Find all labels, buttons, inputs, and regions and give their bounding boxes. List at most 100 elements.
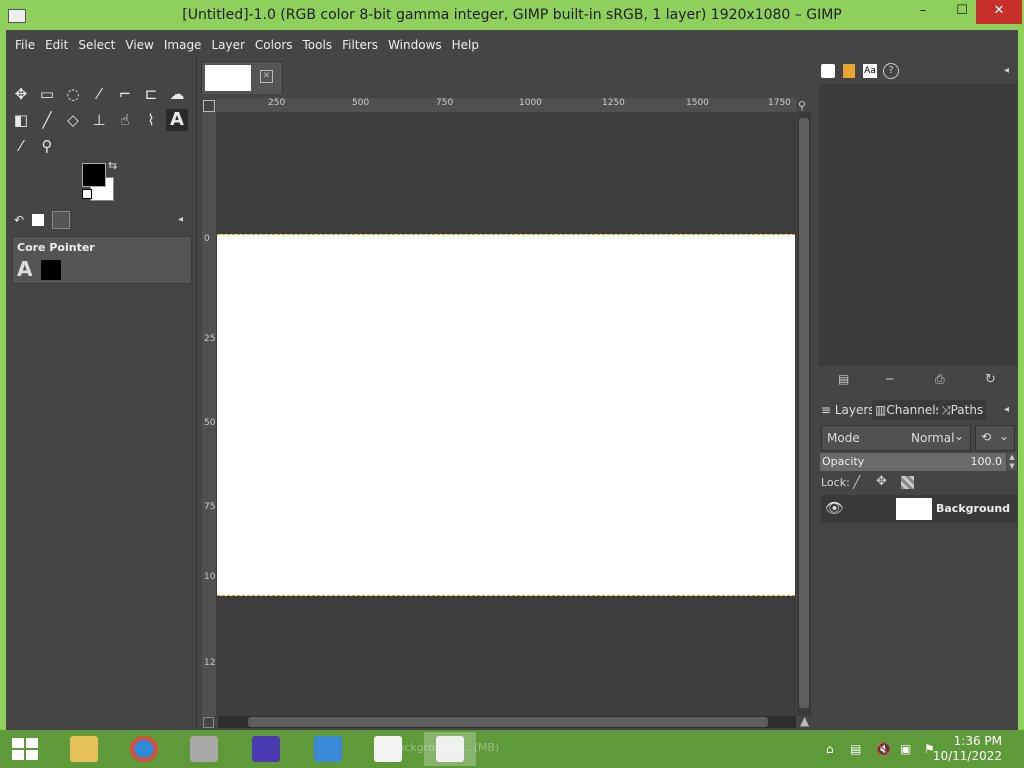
menu-colors[interactable]: Colors bbox=[250, 33, 298, 57]
menu-tools[interactable]: Tools bbox=[298, 33, 338, 57]
tab-layers[interactable]: ≡ Layers bbox=[821, 400, 875, 420]
composite-mode-select[interactable]: ⟲ ⌄ bbox=[975, 425, 1015, 451]
mode-select[interactable]: Mode Normal ⌄ bbox=[821, 425, 971, 451]
horizontal-scrollbar-thumb[interactable] bbox=[248, 717, 768, 727]
opacity-value: 100.0 bbox=[970, 455, 1003, 468]
quick-mask-icon[interactable] bbox=[203, 100, 215, 112]
menu-help[interactable]: Help bbox=[447, 33, 484, 57]
taskbar-app-3[interactable] bbox=[178, 732, 230, 766]
taskbar-chrome[interactable] bbox=[118, 732, 170, 766]
lock-label: Lock: bbox=[821, 476, 850, 489]
foreground-color-swatch[interactable] bbox=[82, 163, 106, 187]
menu-bar: File Edit Select View Image Layer Colors Tools F… bbox=[6, 33, 1018, 57]
eraser-tool-icon[interactable]: ◇ bbox=[62, 109, 84, 131]
chevron-down-icon: ⌄ bbox=[954, 429, 965, 443]
pointer-color-swatch bbox=[41, 260, 61, 280]
zoom-tool-icon[interactable]: ⚲ bbox=[36, 135, 58, 157]
navigate-icon[interactable] bbox=[203, 717, 214, 728]
unified-transform-tool-icon[interactable]: ⊏ bbox=[140, 83, 162, 105]
separator-icon: ─ bbox=[886, 372, 894, 386]
move-tool-icon[interactable]: ✥ bbox=[10, 83, 32, 105]
windows-start-icon[interactable] bbox=[12, 738, 38, 760]
taskbar-clock[interactable]: 1:36 PM 10/11/2022 bbox=[933, 734, 1002, 764]
vertical-scrollbar-thumb[interactable] bbox=[799, 118, 809, 708]
fuzzy-select-tool-icon[interactable]: ⁄ bbox=[88, 83, 110, 105]
menu-filters[interactable]: Filters bbox=[337, 33, 383, 57]
lasso-tool-icon[interactable]: ◌ bbox=[62, 83, 84, 105]
clock-time: 1:36 PM bbox=[953, 734, 1002, 748]
menu-view[interactable]: View bbox=[120, 33, 158, 57]
clone-tool-icon[interactable]: ⊥ bbox=[88, 109, 110, 131]
maximize-button[interactable]: ☐ bbox=[945, 0, 979, 24]
chevron-down-icon: ⌄ bbox=[999, 429, 1010, 443]
sun-icon bbox=[314, 736, 342, 762]
lock-alpha-icon[interactable] bbox=[901, 476, 914, 489]
channels-tab-icon: ▥ bbox=[875, 403, 887, 417]
menu-image[interactable]: Image bbox=[159, 33, 207, 57]
image-tab[interactable]: ✕ bbox=[201, 61, 283, 94]
taskbar-ghost-label: Background-... (MB) bbox=[390, 741, 500, 754]
layer-row[interactable]: 👁 Background bbox=[821, 495, 1017, 523]
opacity-slider[interactable]: Opacity 100.0 bbox=[820, 453, 1006, 471]
taskbar-app-5[interactable] bbox=[302, 732, 354, 766]
paths-tab-icon: ⤨ bbox=[941, 403, 951, 417]
panel-menu-icon[interactable]: ◂ bbox=[178, 214, 183, 225]
close-tab-icon[interactable]: ✕ bbox=[260, 70, 273, 83]
layers-menu-icon[interactable]: ◂ bbox=[1004, 404, 1009, 415]
gear-icon bbox=[252, 736, 280, 762]
bucket-fill-tool-icon[interactable]: ◧ bbox=[10, 109, 32, 131]
taskbar-settings[interactable] bbox=[240, 732, 292, 766]
tab-paths[interactable]: ⤨Paths bbox=[938, 400, 987, 420]
core-pointer-label: Core Pointer bbox=[17, 241, 95, 254]
image-canvas[interactable] bbox=[217, 234, 795, 596]
undo-history-tab-icon[interactable] bbox=[52, 211, 70, 229]
brushes-tab-icon[interactable] bbox=[821, 64, 835, 78]
device-status-tab-icon[interactable] bbox=[32, 214, 44, 226]
mode-label: Mode bbox=[827, 431, 860, 445]
layers-tab-icon: ≡ bbox=[821, 403, 835, 417]
patterns-tab-icon[interactable] bbox=[843, 64, 855, 78]
crop-tool-icon[interactable]: ⌐ bbox=[114, 83, 136, 105]
fonts-tab-icon[interactable]: Aa bbox=[863, 64, 877, 78]
window-title: [Untitled]-1.0 (RGB color 8-bit gamma in… bbox=[182, 7, 842, 23]
smudge-tool-icon[interactable]: ☝ bbox=[114, 109, 136, 131]
taskbar: Background-... (MB) ⌂ ▤ 🔇 ▣ ⚑ 1:36 PM 10… bbox=[0, 730, 1024, 768]
tab-channels[interactable]: ▥Channels bbox=[872, 400, 945, 420]
menu-edit[interactable]: Edit bbox=[40, 33, 73, 57]
minimize-button[interactable]: – bbox=[906, 0, 940, 24]
menu-layer[interactable]: Layer bbox=[206, 33, 249, 57]
edit-brush-icon[interactable]: ▤ bbox=[838, 372, 849, 386]
warp-transform-tool-icon[interactable]: ☁ bbox=[166, 83, 188, 105]
tray-icon-1[interactable]: ⌂ bbox=[826, 742, 834, 756]
opacity-spin-buttons[interactable]: ▲ ▼ bbox=[1007, 453, 1017, 471]
eye-icon[interactable]: 👁 bbox=[825, 499, 844, 517]
rect-select-tool-icon[interactable]: ▭ bbox=[36, 83, 58, 105]
refresh-icon[interactable]: ↻ bbox=[985, 372, 996, 387]
zoom-image-icon[interactable]: ⚲ bbox=[798, 99, 810, 112]
default-colors-icon[interactable] bbox=[82, 189, 92, 199]
paths-tool-icon[interactable]: ⌇ bbox=[140, 109, 162, 131]
menu-windows[interactable]: Windows bbox=[383, 33, 447, 57]
menu-file[interactable]: File bbox=[6, 33, 40, 57]
clock-date: 10/11/2022 bbox=[932, 749, 1002, 763]
network-icon[interactable]: ▣ bbox=[900, 742, 911, 756]
reset-icon: ⟲ bbox=[981, 430, 992, 444]
tool-options-tab-icon[interactable]: ↶ bbox=[8, 209, 30, 231]
navigate-arrow-icon[interactable]: ▲ bbox=[800, 714, 809, 728]
taskbar-file-explorer[interactable] bbox=[58, 732, 110, 766]
color-picker-tool-icon[interactable]: ⁄ bbox=[10, 135, 32, 157]
tray-icon-2[interactable]: ▤ bbox=[850, 742, 861, 756]
close-button[interactable]: ✕ bbox=[976, 0, 1022, 24]
swap-colors-icon[interactable]: ⇆ bbox=[108, 159, 117, 172]
lock-position-icon[interactable]: ✥ bbox=[876, 474, 887, 489]
dock-menu-icon[interactable]: ◂ bbox=[1004, 65, 1009, 76]
lock-pixels-icon[interactable]: ╱ bbox=[853, 475, 860, 489]
volume-muted-icon[interactable]: 🔇 bbox=[876, 742, 891, 756]
layer-name: Background bbox=[936, 502, 1011, 515]
paintbrush-tool-icon[interactable]: ╱ bbox=[36, 109, 58, 131]
installer-icon bbox=[190, 736, 218, 762]
text-tool-icon[interactable]: A bbox=[166, 109, 188, 131]
print-icon[interactable]: ⎙ bbox=[935, 372, 945, 387]
menu-select[interactable]: Select bbox=[73, 33, 120, 57]
help-tab-icon[interactable]: ? bbox=[883, 63, 899, 79]
